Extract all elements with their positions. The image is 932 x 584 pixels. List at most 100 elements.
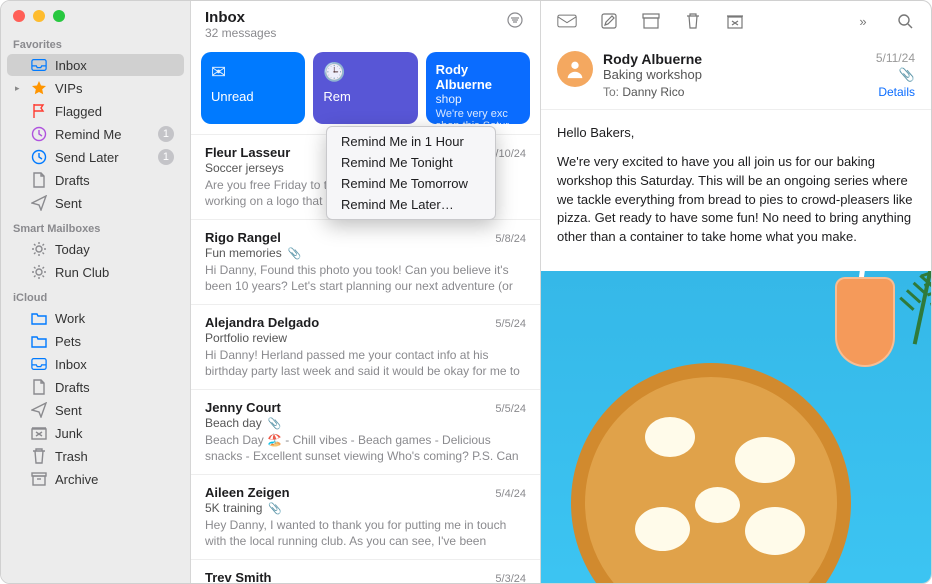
sidebar-icloud-trash[interactable]: Trash xyxy=(7,445,184,467)
tray-icon xyxy=(31,57,47,73)
sidebar-icloud-junk[interactable]: Junk xyxy=(7,422,184,444)
section-icloud: iCloud xyxy=(1,284,190,306)
sidebar-icloud-inbox[interactable]: Inbox xyxy=(7,353,184,375)
message-date: 5/5/24 xyxy=(495,403,526,415)
disclosure-icon[interactable]: ▸ xyxy=(15,83,20,94)
menu-item-remind-me-later-[interactable]: Remind Me Later… xyxy=(327,194,495,215)
sidebar-item-label: Pets xyxy=(55,334,174,349)
message-from: Rody Albuerne xyxy=(603,51,702,67)
message-count: 32 messages xyxy=(205,26,276,40)
body-text: We're very excited to have you all join … xyxy=(557,153,915,247)
top-cards: ✉︎ Unread 🕒 Rem Rody Albuerne shop We're… xyxy=(191,46,540,134)
archivebox-icon xyxy=(31,471,47,487)
attachment-image[interactable] xyxy=(541,271,931,583)
sidebar-icloud-work[interactable]: Work xyxy=(7,307,184,329)
message-from: Jenny Court xyxy=(205,400,281,415)
filter-icon xyxy=(507,12,523,28)
sidebar-icloud-drafts[interactable]: Drafts xyxy=(7,376,184,398)
message-from: Fleur Lasseur xyxy=(205,145,290,160)
message-subject: Beach day 📎 xyxy=(205,416,526,430)
sidebar-fav-inbox[interactable]: Inbox xyxy=(7,54,184,76)
sidebar-icloud-pets[interactable]: Pets xyxy=(7,330,184,352)
paperclip-icon: 📎 xyxy=(265,418,282,430)
message-subject: Baking workshop xyxy=(603,67,702,82)
sidebar-fav-sent[interactable]: Sent xyxy=(7,192,184,214)
remind-me-card[interactable]: 🕒 Rem xyxy=(313,52,417,124)
mail-window: Favorites Inbox▸VIPsFlaggedRemind Me1Sen… xyxy=(0,0,932,584)
sidebar-fav-flagged[interactable]: Flagged xyxy=(7,100,184,122)
message-row[interactable]: Rigo Rangel5/8/24Fun memories 📎Hi Danny,… xyxy=(191,219,540,304)
clock-icon xyxy=(31,126,47,142)
sidebar-item-label: Archive xyxy=(55,472,174,487)
sidebar-icloud-archive[interactable]: Archive xyxy=(7,468,184,490)
menu-item-remind-me-in-1-hour[interactable]: Remind Me in 1 Hour xyxy=(327,131,495,152)
trash-icon[interactable] xyxy=(683,11,703,31)
message-snippet: Hey Danny, I wanted to thank you for put… xyxy=(205,517,526,549)
message-from: Alejandra Delgado xyxy=(205,315,319,330)
reader-pane: » Rody Albuerne 5/11/24 Baking workshop … xyxy=(541,1,931,583)
folder-icon xyxy=(31,310,47,326)
section-smart: Smart Mailboxes xyxy=(1,215,190,237)
message-list-pane: Inbox 32 messages ✉︎ Unread 🕒 Rem Rody A… xyxy=(191,1,541,583)
highlight-subject: shop xyxy=(436,92,520,106)
message-row[interactable]: Trev Smith5/3/24Illustration reference 📎… xyxy=(191,559,540,584)
archive-icon[interactable] xyxy=(641,11,661,31)
folder-icon xyxy=(31,333,47,349)
sidebar-smart-today[interactable]: Today xyxy=(7,238,184,260)
remind-card-label: Rem xyxy=(323,89,407,104)
message-snippet: Hi Danny! Herland passed me your contact… xyxy=(205,347,526,379)
to-label: To: xyxy=(603,85,619,99)
sidebar-item-label: Junk xyxy=(55,426,174,441)
message-header: Rody Albuerne 5/11/24 Baking workshop 📎 … xyxy=(541,41,931,110)
reader-toolbar: » xyxy=(541,1,931,41)
sidebar-fav-vips[interactable]: ▸ VIPs xyxy=(7,77,184,99)
compose-icon[interactable] xyxy=(599,11,619,31)
trash-icon xyxy=(31,448,47,464)
zoom-window-button[interactable] xyxy=(53,10,65,22)
xmark-bin-icon xyxy=(31,425,47,441)
sidebar-item-label: Remind Me xyxy=(55,127,158,142)
message-row[interactable]: Alejandra Delgado5/5/24Portfolio reviewH… xyxy=(191,304,540,389)
message-date: 5/8/24 xyxy=(495,233,526,245)
message-from: Trev Smith xyxy=(205,570,271,584)
message-date: 5/4/24 xyxy=(495,488,526,500)
sidebar-smart-run-club[interactable]: Run Club xyxy=(7,261,184,283)
sidebar-icloud-sent[interactable]: Sent xyxy=(7,399,184,421)
doc-icon xyxy=(31,379,47,395)
message-subject: Fun memories 📎 xyxy=(205,246,526,260)
message-from: Rigo Rangel xyxy=(205,230,281,245)
sidebar-item-label: Today xyxy=(55,242,174,257)
sidebar-fav-send-later[interactable]: Send Later1 xyxy=(7,146,184,168)
unread-card[interactable]: ✉︎ Unread xyxy=(201,52,305,124)
sidebar-item-label: Sent xyxy=(55,403,174,418)
sidebar-item-label: Sent xyxy=(55,196,174,211)
message-row[interactable]: Aileen Zeigen5/4/245K training 📎Hey Dann… xyxy=(191,474,540,559)
minimize-window-button[interactable] xyxy=(33,10,45,22)
message-date: 5/5/24 xyxy=(495,318,526,330)
message-row[interactable]: Jenny Court 5/5/24Beach day 📎 Beach Day 🏖️… xyxy=(191,389,540,474)
junk-icon[interactable] xyxy=(725,11,745,31)
star-icon xyxy=(31,80,47,96)
menu-item-remind-me-tomorrow[interactable]: Remind Me Tomorrow xyxy=(327,173,495,194)
filter-button[interactable] xyxy=(504,9,526,31)
search-icon[interactable] xyxy=(895,11,915,31)
sidebar-item-label: Inbox xyxy=(55,357,174,372)
flag-icon xyxy=(31,103,47,119)
sidebar-fav-drafts[interactable]: Drafts xyxy=(7,169,184,191)
paperplane-icon xyxy=(31,195,47,211)
highlight-card[interactable]: Rody Albuerne shop We're very exc shop t… xyxy=(426,52,530,124)
close-window-button[interactable] xyxy=(13,10,25,22)
sidebar-item-label: Trash xyxy=(55,449,174,464)
menu-item-remind-me-tonight[interactable]: Remind Me Tonight xyxy=(327,152,495,173)
mailbox-title: Inbox xyxy=(205,9,276,26)
reply-icon[interactable] xyxy=(557,11,577,31)
message-snippet: Beach Day 🏖️ - Chill vibes - Beach games… xyxy=(205,432,526,464)
window-controls xyxy=(1,1,190,31)
more-chevrons-icon[interactable]: » xyxy=(853,11,873,31)
sidebar-item-label: VIPs xyxy=(55,81,174,96)
gear-icon xyxy=(31,241,47,257)
to-name: Danny Rico xyxy=(622,85,684,99)
details-link[interactable]: Details xyxy=(878,85,915,99)
sidebar-fav-remind-me[interactable]: Remind Me1 xyxy=(7,123,184,145)
sidebar-item-label: Work xyxy=(55,311,174,326)
